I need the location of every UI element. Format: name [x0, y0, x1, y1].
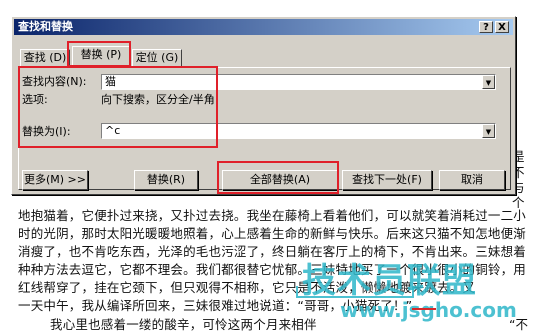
spellcheck-underline [412, 307, 436, 310]
dialog-title: 查找和替换 [18, 20, 73, 33]
help-icon[interactable]: ? [479, 21, 493, 33]
options-value: 向下搜索，区分全/半角 [101, 93, 215, 106]
replace-all-button[interactable]: 全部替换(A) [222, 170, 338, 190]
more-button[interactable]: 更多(M) >> [22, 170, 88, 190]
cancel-button[interactable]: 取消 [439, 170, 505, 190]
replace-label: 替换为(I): [22, 125, 71, 138]
replace-input-value: ^c [105, 124, 121, 137]
find-next-button[interactable]: 查找下一处(F) [342, 170, 432, 190]
tab-replace[interactable]: 替换 (P) [72, 46, 130, 68]
watermark-bracket [296, 286, 414, 298]
dialog-titlebar[interactable]: 查找和替换 ? X [14, 19, 513, 35]
options-label: 选项: [22, 93, 48, 106]
doc-line: 我心里也感着一缕的酸辛，可怜这两个月来相伴 [50, 317, 317, 332]
replace-button[interactable]: 替换(R) [134, 170, 198, 190]
watermark-url: www.jsgho.com [340, 298, 517, 322]
chevron-down-icon[interactable]: ▼ [482, 75, 495, 89]
tab-goto[interactable]: 定位 (G) [132, 49, 182, 67]
find-input-value: 猫 [105, 75, 116, 88]
chevron-down-icon[interactable]: ▼ [482, 124, 495, 138]
doc-line: 地抱猫着，它便扑过来挠，又扑过去挠。我坐在藤椅上看着他们，可以就笑着消耗过一二小 [18, 208, 527, 223]
replace-input[interactable]: ^c ▼ [101, 123, 496, 139]
tab-find[interactable]: 查找 (D) [20, 49, 70, 67]
find-label: 查找内容(N): [22, 75, 87, 88]
doc-line: 时的光阴，那时太阳光暖暖地照着，心上感着生命的新鲜与快乐。后来这只猫不知怎地便渐 [18, 226, 527, 241]
find-replace-dialog: 查找和替换 ? X 查找 (D) 替换 (P) 定位 (G) 查找内容(N): … [11, 16, 516, 195]
find-input[interactable]: 猫 ▼ [101, 74, 496, 90]
close-icon[interactable]: X [495, 21, 509, 33]
